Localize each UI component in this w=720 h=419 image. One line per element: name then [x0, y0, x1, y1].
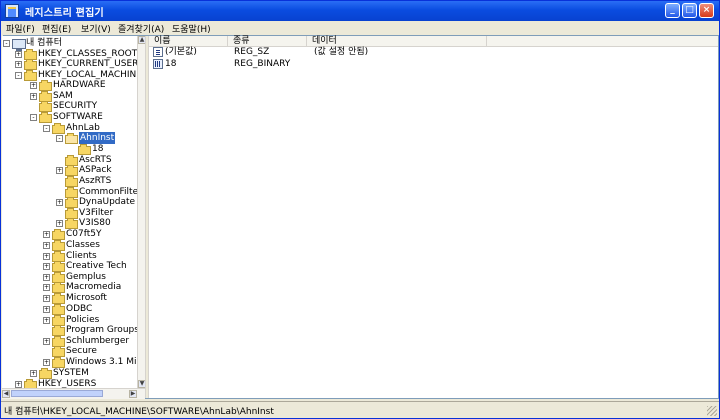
expand-icon[interactable]: +	[43, 242, 50, 249]
folder-icon	[52, 123, 65, 134]
value-row[interactable]: 18 REG_BINARY	[149, 58, 718, 70]
expand-icon[interactable]: +	[15, 381, 22, 388]
folder-icon	[52, 282, 65, 293]
collapse-icon[interactable]: -	[56, 135, 63, 142]
folder-icon	[52, 229, 65, 240]
registry-editor-window: 레지스트리 편집기 _ □ × 파일(F) 편집(E) 보기(V) 즐겨찾기(A…	[0, 0, 720, 419]
expand-icon[interactable]: +	[30, 370, 37, 377]
folder-icon	[52, 346, 65, 357]
minimize-button[interactable]: _	[665, 3, 680, 18]
collapse-icon[interactable]: -	[30, 114, 37, 121]
folder-icon	[24, 70, 37, 81]
value-type: REG_BINARY	[234, 59, 291, 69]
folder-icon	[65, 176, 78, 187]
collapse-icon[interactable]: -	[15, 72, 22, 79]
maximize-button[interactable]: □	[682, 3, 697, 18]
expand-icon[interactable]: +	[56, 167, 63, 174]
value-type: REG_SZ	[234, 47, 270, 57]
menu-edit[interactable]: 편집(E)	[42, 22, 71, 35]
folder-icon	[24, 379, 37, 388]
expand-icon[interactable]: +	[43, 359, 50, 366]
menu-view[interactable]: 보기(V)	[81, 22, 111, 35]
expand-icon[interactable]: +	[56, 199, 63, 206]
expand-icon[interactable]: +	[56, 220, 63, 227]
resize-grip-icon[interactable]	[707, 406, 717, 416]
expand-icon[interactable]: +	[43, 263, 50, 270]
folder-icon	[52, 240, 65, 251]
menu-file[interactable]: 파일(F)	[6, 22, 35, 35]
expand-icon[interactable]: +	[43, 295, 50, 302]
folder-icon	[65, 165, 78, 176]
folder-icon	[52, 325, 65, 336]
tree-horizontal-scrollbar[interactable]: ◀ ▶	[2, 388, 145, 399]
window-title: 레지스트리 편집기	[25, 8, 104, 19]
folder-icon	[24, 59, 37, 70]
expand-icon[interactable]: +	[30, 93, 37, 100]
expand-icon[interactable]: +	[15, 51, 22, 58]
expand-icon[interactable]: +	[30, 82, 37, 89]
status-bar: 내 컴퓨터\HKEY_LOCAL_MACHINE\SOFTWARE\AhnLab…	[1, 401, 719, 418]
status-path: 내 컴퓨터\HKEY_LOCAL_MACHINE\SOFTWARE\AhnLab…	[4, 407, 274, 417]
folder-icon	[52, 293, 65, 304]
scroll-left-button[interactable]: ◀	[2, 390, 10, 398]
value-data: (값 설정 안됨)	[314, 47, 369, 57]
value-name: 18	[165, 59, 177, 69]
expand-icon[interactable]: +	[43, 317, 50, 324]
registry-editor-icon	[5, 4, 19, 18]
title-bar[interactable]: 레지스트리 편집기 _ □ ×	[1, 1, 719, 21]
expand-icon[interactable]: +	[43, 253, 50, 260]
expand-icon[interactable]: +	[43, 274, 50, 281]
menu-favorites[interactable]: 즐겨찾기(A)	[118, 22, 164, 35]
folder-open-icon	[65, 133, 78, 144]
expand-icon[interactable]: +	[43, 284, 50, 291]
registry-tree[interactable]: -내 컴퓨터 + HKEY_CLASSES_ROOT + HKEY_CURRENT_US…	[2, 36, 145, 388]
expand-icon[interactable]: +	[15, 61, 22, 68]
folder-icon	[39, 101, 52, 112]
folder-icon	[39, 80, 52, 91]
value-name: (기본값)	[165, 47, 197, 57]
tree-item-label: HKEY_USERS	[38, 379, 97, 388]
folder-icon	[52, 304, 65, 315]
expand-icon[interactable]: +	[43, 338, 50, 345]
folder-icon	[52, 261, 65, 272]
expand-icon[interactable]: +	[43, 306, 50, 313]
scroll-right-button[interactable]: ▶	[129, 390, 137, 398]
folder-icon	[39, 112, 52, 123]
menu-bar: 파일(F) 편집(E) 보기(V) 즐겨찾기(A) 도움말(H)	[1, 21, 719, 35]
collapse-icon[interactable]: -	[3, 40, 10, 47]
values-list[interactable]: 이름 종류 데이터 (기본값) REG_SZ (값 설정 안됨) 18 REG_…	[149, 36, 718, 398]
close-button[interactable]: ×	[699, 3, 714, 18]
menu-help[interactable]: 도움말(H)	[172, 22, 211, 35]
reg-sz-icon	[153, 47, 163, 57]
collapse-icon[interactable]: -	[43, 125, 50, 132]
expand-icon[interactable]: +	[43, 231, 50, 238]
value-row[interactable]: (기본값) REG_SZ (값 설정 안됨)	[149, 46, 718, 58]
folder-icon	[65, 197, 78, 208]
reg-binary-icon	[153, 59, 163, 69]
horizontal-scroll-thumb[interactable]	[11, 390, 103, 397]
computer-icon	[12, 39, 26, 51]
